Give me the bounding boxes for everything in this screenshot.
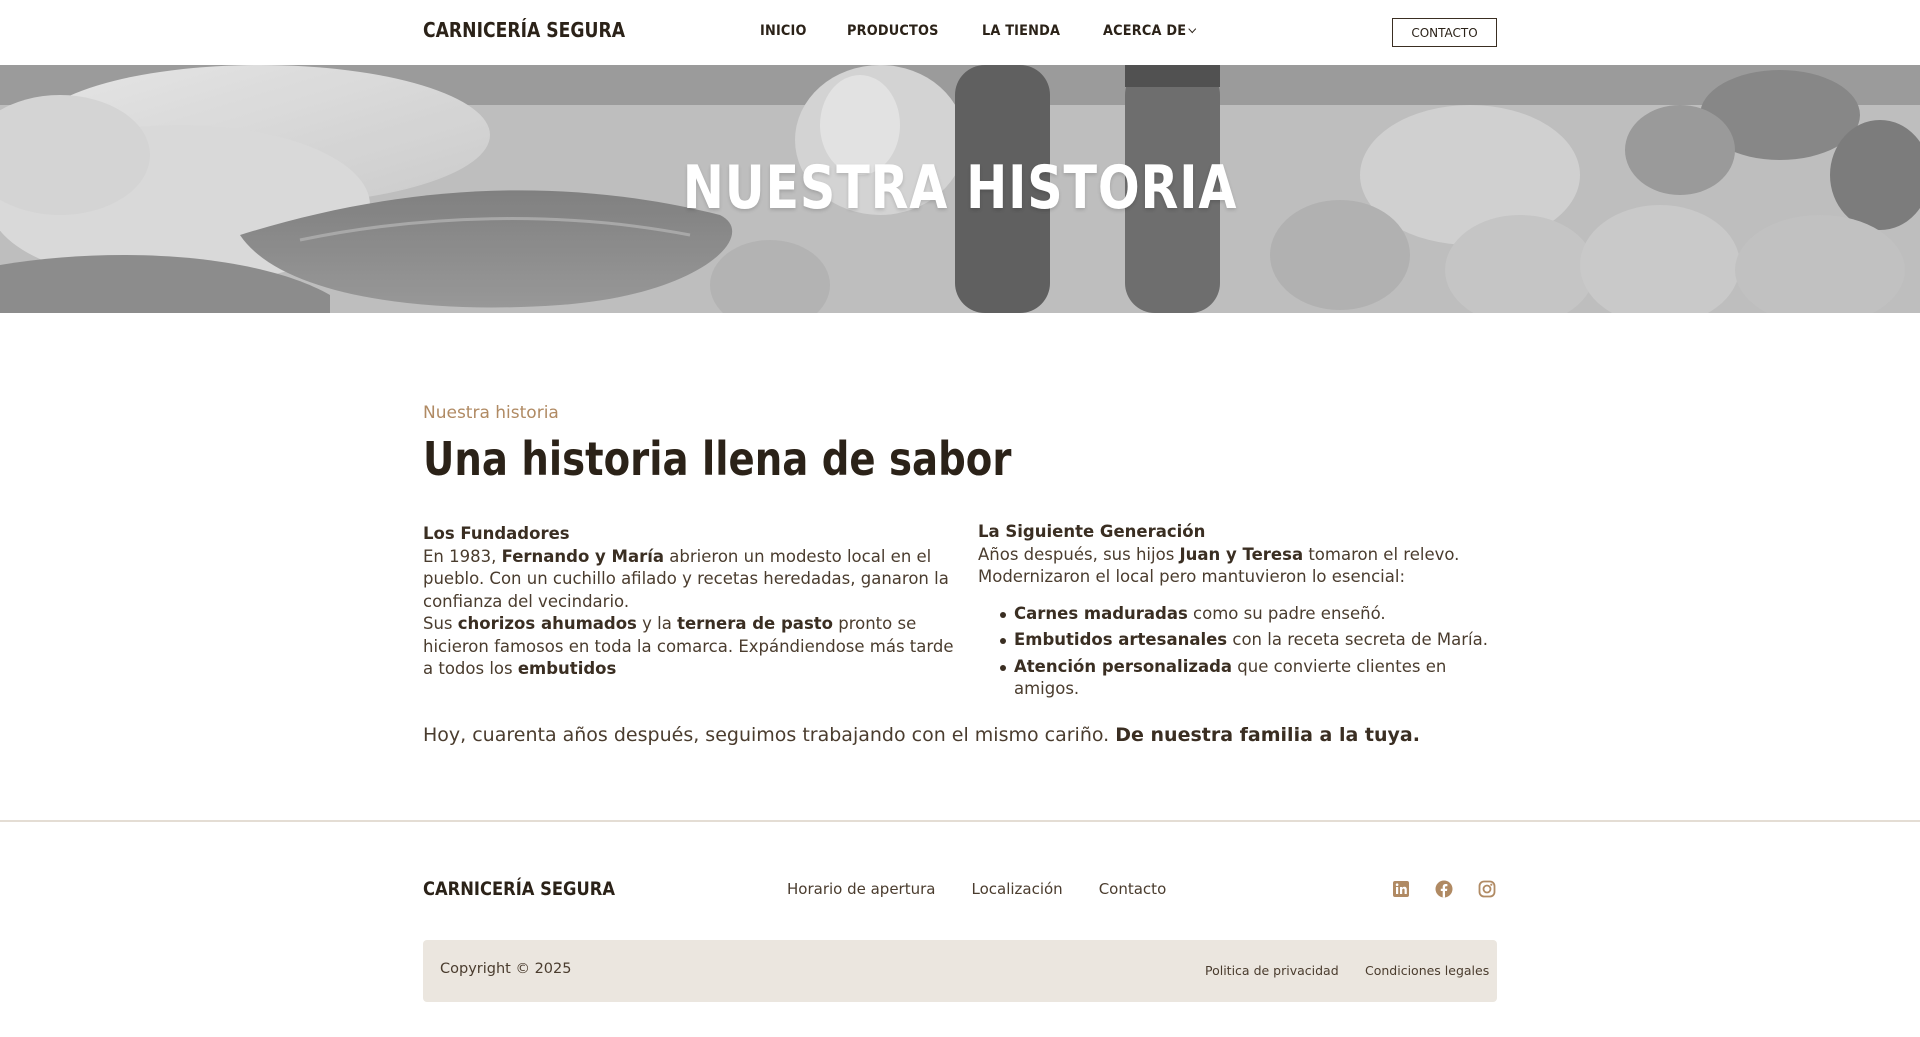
founders-paragraph-1: En 1983, Fernando y María abrieron un mo… (423, 546, 963, 614)
footer-divider (0, 820, 1920, 822)
hero-banner: NUESTRA HISTORIA (0, 65, 1920, 313)
instagram-icon[interactable] (1478, 880, 1496, 898)
product-highlight: ternera de pasto (677, 614, 833, 633)
text-span: En 1983, (423, 546, 502, 566)
text-span: Sus (423, 614, 458, 633)
next-generation-column: La Siguiente Generación Años después, su… (978, 521, 1498, 705)
site-header: CARNICERÍA SEGURA INICIO PRODUCTOS LA TI… (0, 0, 1920, 65)
site-logo[interactable]: CARNICERÍA SEGURA (423, 18, 625, 42)
footer-link-horario[interactable]: Horario de apertura (787, 880, 935, 898)
linkedin-icon[interactable] (1392, 880, 1410, 898)
footer-bottom-bar: Copyright © 2025 Politica de privacidad … (423, 940, 1497, 1002)
product-highlight: chorizos ahumados (457, 614, 637, 633)
text-span: Años después, sus hijos (978, 544, 1180, 564)
list-item-text: como su padre enseñó. (1187, 603, 1386, 623)
founders-paragraph-2: Sus chorizos ahumados y la ternera de pa… (423, 613, 963, 681)
essentials-list: Carnes maduradas como su padre enseñó. E… (978, 603, 1498, 701)
list-item-bold: Carnes maduradas (1014, 603, 1188, 623)
product-highlight: embutidos (517, 659, 617, 678)
footer-logo[interactable]: CARNICERÍA SEGURA (423, 878, 615, 900)
copyright-text: Copyright © 2025 (440, 961, 572, 977)
section-eyebrow: Nuestra historia (423, 403, 559, 423)
text-span: Hoy, cuarenta años después, seguimos tra… (423, 724, 1116, 746)
list-item: Atención personalizada que convierte cli… (978, 656, 1498, 701)
privacy-policy-link[interactable]: Politica de privacidad (1205, 963, 1339, 978)
footer-nav: Horario de apertura Localización Contact… (787, 880, 1166, 898)
footer-link-localizacion[interactable]: Localización (971, 880, 1062, 898)
closing-highlight: De nuestra familia a la tuya. (1115, 724, 1420, 746)
next-generation-paragraph: Años después, sus hijos Juan y Teresa to… (978, 544, 1498, 589)
section-title: Una historia llena de sabor (423, 432, 1012, 486)
founders-names: Fernando y María (501, 546, 665, 566)
heirs-names: Juan y Teresa (1179, 544, 1304, 564)
nav-item-acerca-de-label: ACERCA DE (1103, 23, 1187, 39)
contact-button[interactable]: CONTACTO (1392, 18, 1497, 47)
facebook-icon[interactable] (1435, 880, 1453, 898)
list-item-bold: Embutidos artesanales (1014, 630, 1228, 649)
chevron-down-icon (1188, 24, 1197, 34)
list-item: Carnes maduradas como su padre enseñó. (978, 603, 1498, 626)
next-generation-heading: La Siguiente Generación (978, 522, 1206, 541)
founders-heading: Los Fundadores (423, 524, 570, 543)
list-item: Embutidos artesanales con la receta secr… (978, 629, 1498, 652)
nav-item-la-tienda[interactable]: LA TIENDA (982, 23, 1060, 39)
text-span: y la (636, 614, 678, 633)
nav-item-acerca-de[interactable]: ACERCA DE (1103, 23, 1197, 39)
closing-statement: Hoy, cuarenta años después, seguimos tra… (423, 724, 1420, 746)
hero-title: NUESTRA HISTORIA (682, 153, 1238, 223)
main-nav: INICIO PRODUCTOS LA TIENDA ACERCA DE (760, 23, 1204, 39)
legal-conditions-link[interactable]: Condiciones legales (1365, 963, 1489, 978)
list-item-bold: Atención personalizada (1014, 656, 1233, 676)
nav-item-inicio[interactable]: INICIO (760, 23, 807, 39)
list-item-text: con la receta secreta de María. (1227, 630, 1488, 649)
footer-link-contacto[interactable]: Contacto (1099, 880, 1167, 898)
founders-column: Los Fundadores En 1983, Fernando y María… (423, 523, 963, 681)
nav-item-productos[interactable]: PRODUCTOS (847, 23, 939, 39)
